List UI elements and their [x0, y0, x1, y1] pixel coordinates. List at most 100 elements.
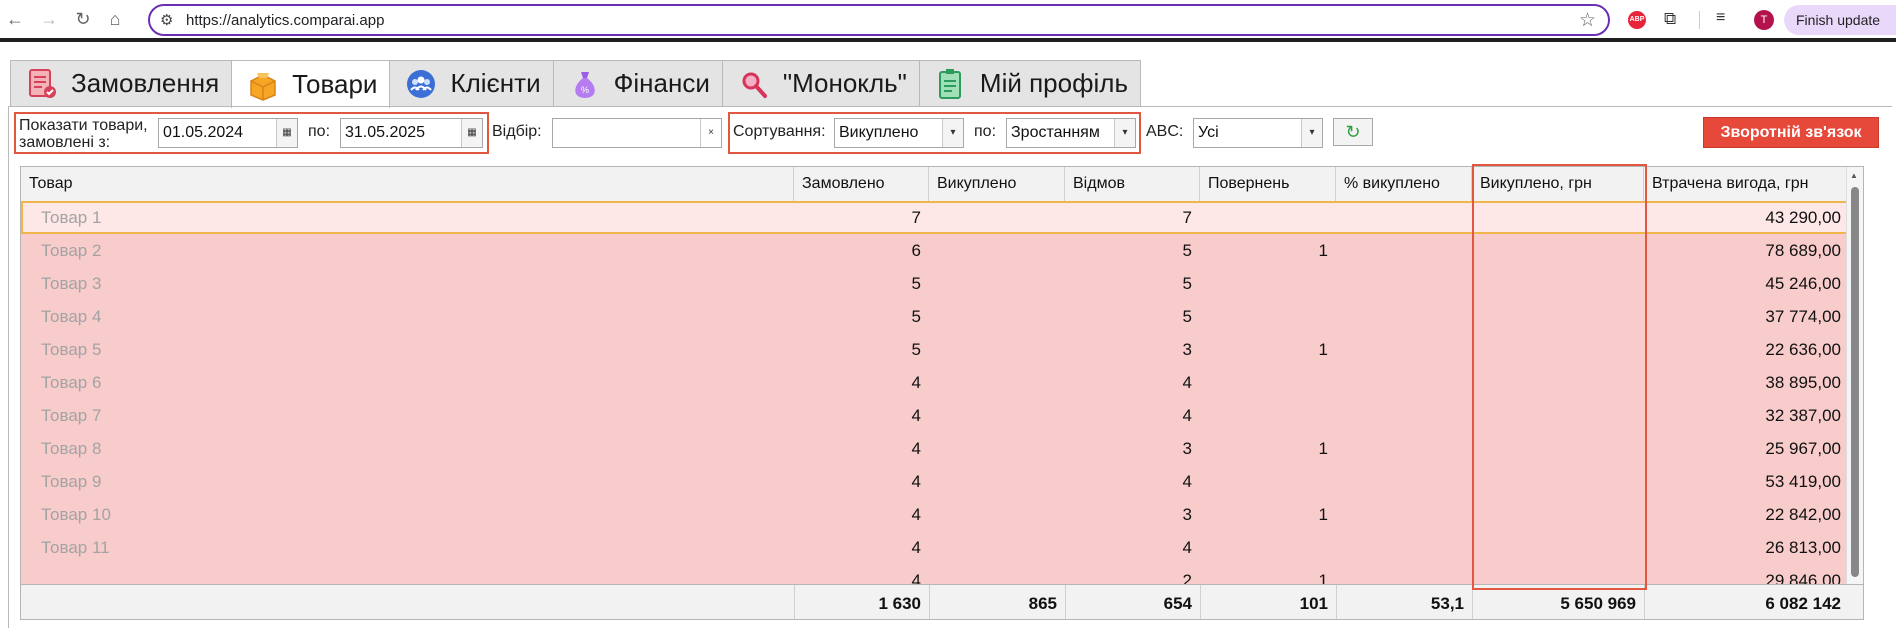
monocle-icon — [737, 67, 771, 101]
tab-finance[interactable]: % Фінанси — [552, 60, 723, 106]
order-label: по: — [974, 123, 997, 140]
tab-monocle[interactable]: "Монокль" — [721, 60, 920, 106]
column-header-refusals[interactable]: Відмов — [1065, 167, 1200, 201]
cell-returns — [1200, 366, 1336, 399]
back-icon[interactable]: ← — [4, 8, 26, 30]
column-header-product[interactable]: Товар — [21, 167, 794, 201]
cell-lost-profit: 22 636,00 — [1765, 340, 1841, 359]
column-header-returns[interactable]: Повернень — [1200, 167, 1336, 201]
cell-returns: 1 — [1318, 505, 1328, 524]
cell-bought — [929, 333, 1065, 366]
total-bought: 865 — [929, 585, 1065, 619]
table-row[interactable]: Товар 3 5 5 45 246,00 — [21, 267, 1863, 300]
adblock-icon[interactable]: ABP — [1628, 11, 1646, 29]
feedback-button[interactable]: Зворотній зв'язок — [1703, 117, 1879, 148]
calendar-icon[interactable]: ▦ — [276, 119, 297, 147]
cell-ordered: 4 — [911, 406, 921, 425]
media-queue-icon[interactable]: ≡ — [1716, 9, 1725, 27]
cell-returns: 1 — [1318, 241, 1328, 260]
cell-bought — [929, 234, 1065, 267]
table-row[interactable]: Товар 6 4 4 38 895,00 — [21, 366, 1863, 399]
cell-percent-bought — [1336, 333, 1472, 366]
date-from-input[interactable]: 01.05.2024 ▦ — [158, 118, 298, 148]
cell-percent-bought — [1336, 564, 1472, 584]
calendar-icon[interactable]: ▦ — [461, 119, 482, 147]
table-row[interactable]: Товар 11 4 4 26 813,00 — [21, 531, 1863, 564]
site-info-icon[interactable]: ⚙ — [160, 11, 173, 29]
sort-label: Сортування: — [733, 123, 826, 140]
cell-refusals: 3 — [1182, 505, 1192, 524]
cell-returns — [1200, 399, 1336, 432]
profile-avatar[interactable]: T — [1754, 10, 1774, 30]
cell-refusals: 4 — [1182, 406, 1192, 425]
money-bag-icon: % — [568, 67, 602, 101]
tab-clients[interactable]: Клієнти — [389, 60, 554, 106]
vertical-scrollbar[interactable]: ▲ — [1846, 167, 1863, 584]
column-header-percent-bought[interactable]: % викуплено — [1336, 167, 1472, 201]
column-header-bought[interactable]: Викуплено — [929, 167, 1065, 201]
cell-bought-uah — [1472, 564, 1644, 584]
cell-bought-uah — [1472, 234, 1644, 267]
chevron-down-icon[interactable]: ▾ — [1114, 119, 1135, 147]
bookmark-star-icon[interactable]: ☆ — [1579, 9, 1596, 32]
tab-label: "Монокль" — [782, 68, 907, 98]
cell-refusals: 3 — [1182, 439, 1192, 458]
table-row[interactable]: Товар 2 6 5 1 78 689,00 — [21, 234, 1863, 267]
cell-bought-uah — [1472, 432, 1644, 465]
cell-product: Товар 3 — [41, 274, 102, 293]
extensions-icon[interactable]: ⧉ — [1664, 9, 1676, 29]
cell-bought — [929, 300, 1065, 333]
cell-lost-profit: 45 246,00 — [1765, 274, 1841, 293]
orders-icon — [25, 67, 59, 101]
date-to-input[interactable]: 31.05.2025 ▦ — [340, 118, 483, 148]
sort-select[interactable]: Викуплено ▾ — [834, 118, 964, 148]
selection-input[interactable]: × — [552, 118, 722, 148]
scroll-up-icon[interactable]: ▲ — [1850, 171, 1858, 180]
table-row[interactable]: Товар 4 5 5 37 774,00 — [21, 300, 1863, 333]
home-icon[interactable]: ⌂ — [104, 8, 126, 30]
column-header-bought-uah[interactable]: Викуплено, грн — [1472, 167, 1644, 201]
order-select[interactable]: Зростанням ▾ — [1006, 118, 1136, 148]
table-totals: 1 630 865 654 101 53,1 5 650 969 6 082 1… — [21, 584, 1863, 619]
cell-product: Товар 11 — [41, 538, 110, 557]
tab-label: Фінанси — [613, 68, 710, 98]
cell-product — [21, 564, 794, 584]
order-value: Зростанням — [1011, 124, 1100, 141]
refresh-button[interactable]: ↻ — [1333, 118, 1373, 146]
table-row[interactable]: Товар 7 4 4 32 387,00 — [21, 399, 1863, 432]
table-row[interactable]: Товар 8 4 3 1 25 967,00 — [21, 432, 1863, 465]
users-icon — [404, 67, 438, 101]
browser-toolbar: ← → ↻ ⌂ ⚙ https://analytics.comparai.app… — [0, 0, 1896, 42]
table-row[interactable]: Товар 1 7 7 43 290,00 — [21, 201, 1863, 234]
clear-icon[interactable]: × — [700, 119, 721, 147]
cell-returns — [1200, 267, 1336, 300]
cell-bought — [929, 399, 1065, 432]
address-bar[interactable]: ⚙ https://analytics.comparai.app ☆ — [148, 4, 1610, 36]
table-row[interactable]: 4 2 1 29 846,00 — [21, 564, 1863, 584]
forward-icon[interactable]: → — [38, 8, 60, 30]
products-table: Товар Замовлено Викуплено Відмов Поверне… — [20, 166, 1864, 620]
tab-label: Замовлення — [71, 68, 220, 98]
table-row[interactable]: Товар 5 5 3 1 22 636,00 — [21, 333, 1863, 366]
finish-update-button[interactable]: Finish update — [1784, 5, 1896, 35]
scrollbar-thumb[interactable] — [1851, 187, 1859, 577]
column-header-ordered[interactable]: Замовлено — [794, 167, 929, 201]
tab-orders[interactable]: Замовлення — [10, 60, 233, 106]
cell-bought-uah — [1472, 267, 1644, 300]
cell-refusals: 4 — [1182, 373, 1192, 392]
table-row[interactable]: Товар 10 4 3 1 22 842,00 — [21, 498, 1863, 531]
table-row[interactable]: Товар 9 4 4 53 419,00 — [21, 465, 1863, 498]
tab-products[interactable]: Товари — [231, 60, 391, 108]
cell-bought — [929, 498, 1065, 531]
cell-lost-profit: 32 387,00 — [1765, 406, 1841, 425]
column-header-lost-profit[interactable]: Втрачена вигода, грн — [1644, 167, 1849, 201]
reload-icon[interactable]: ↻ — [72, 8, 94, 30]
chevron-down-icon[interactable]: ▾ — [1301, 119, 1322, 147]
cell-refusals: 5 — [1182, 307, 1192, 326]
abc-select[interactable]: Усі ▾ — [1193, 118, 1323, 148]
tab-profile[interactable]: Мій профіль — [918, 60, 1141, 106]
cell-percent-bought — [1336, 201, 1472, 234]
chevron-down-icon[interactable]: ▾ — [942, 119, 963, 147]
cell-bought-uah — [1472, 333, 1644, 366]
total-refusals: 654 — [1065, 585, 1200, 619]
